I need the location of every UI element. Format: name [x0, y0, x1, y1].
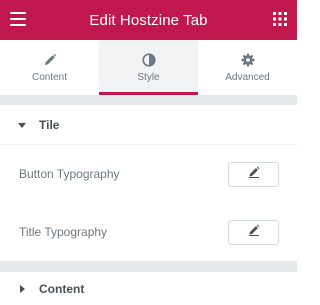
section-separator — [0, 95, 297, 105]
caret-right-icon — [20, 285, 25, 293]
tab-content[interactable]: Content — [0, 40, 99, 95]
half-circle-contrast-icon — [141, 52, 156, 68]
edit-title-typography[interactable] — [228, 219, 279, 245]
control-label: Button Typography — [19, 167, 120, 181]
hamburger-menu-icon[interactable] — [10, 12, 26, 26]
tab-advanced[interactable]: Advanced — [198, 40, 297, 95]
gear-icon — [241, 52, 255, 68]
pencil-icon — [248, 165, 260, 183]
section-toggle-tile[interactable]: Tile — [0, 106, 297, 144]
section-separator — [0, 261, 297, 272]
tab-style[interactable]: Style — [99, 40, 198, 95]
pencil-icon — [248, 223, 260, 241]
pencil-icon — [43, 52, 57, 68]
section-title: Content — [39, 282, 85, 296]
section-title: Tile — [39, 118, 60, 132]
tab-label: Style — [137, 72, 160, 83]
edit-button-typography[interactable] — [228, 161, 279, 187]
section-toggle-content[interactable]: Content — [0, 272, 297, 305]
caret-down-icon — [18, 122, 26, 128]
tab-label: Advanced — [225, 72, 270, 83]
panel-tabs: Content Style Advanced — [0, 40, 297, 95]
control-row-title-typography: Title Typography — [0, 203, 297, 261]
tab-label: Content — [31, 72, 68, 83]
apps-grid-icon[interactable] — [273, 12, 287, 26]
control-label: Title Typography — [19, 225, 108, 239]
control-row-button-typography: Button Typography — [0, 145, 297, 203]
panel-header: Edit Hostzine Tab — [0, 0, 297, 40]
panel-title: Edit Hostzine Tab — [89, 11, 208, 29]
